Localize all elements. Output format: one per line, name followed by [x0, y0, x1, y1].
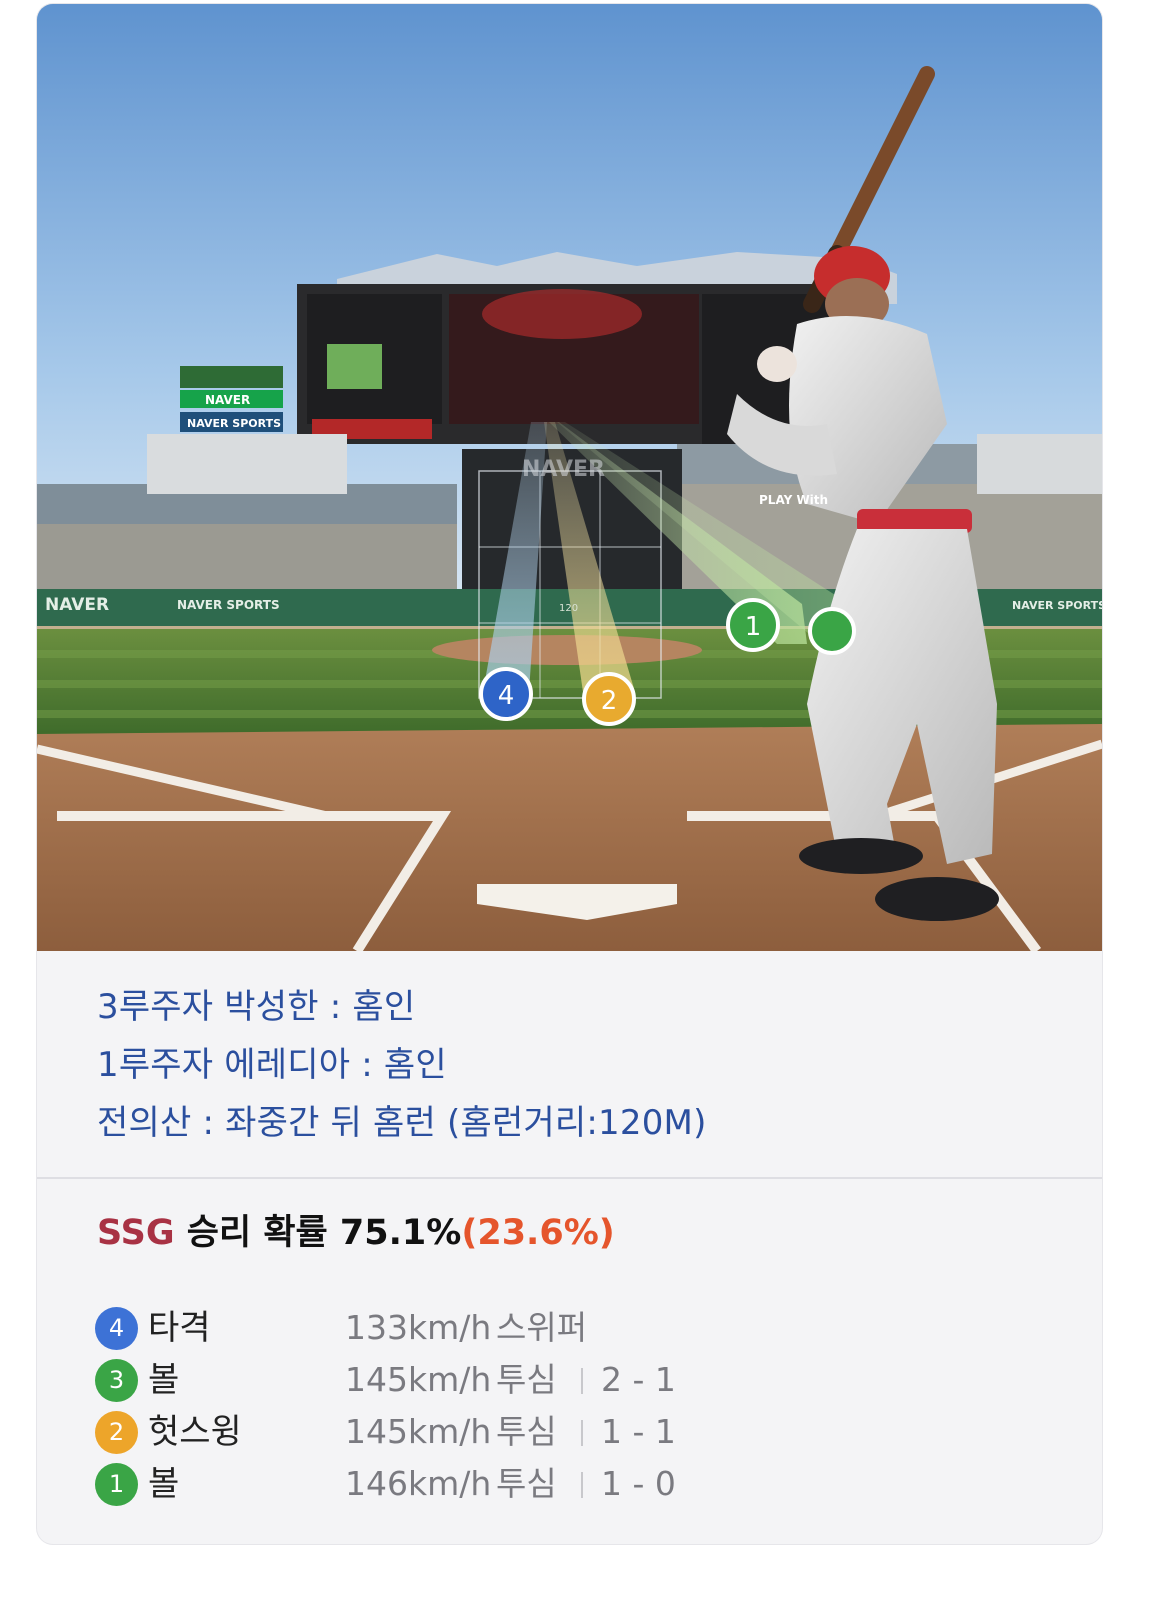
win-probability-delta: (23.6%) [461, 1213, 615, 1253]
wall-sign-naver-sports-1: NAVER SPORTS [177, 598, 280, 612]
stadium-illustration: 1 2 4 NAVER NAVER NAVER SPORTS NAVER NAV… [37, 4, 1102, 951]
pitch-relay-card: 1 2 4 NAVER NAVER NAVER SPORTS NAVER NAV… [37, 4, 1102, 1544]
scoreboard-brand: NAVER [522, 457, 605, 482]
win-probability-team: SSG [97, 1213, 175, 1253]
runner-results: 3루주자 박성한 : 홈인 1루주자 에레디아 : 홈인 전의산 : 좌중간 뒤… [37, 951, 1102, 1179]
svg-text:2: 2 [601, 686, 618, 716]
pitch-count: 1 - 1 [601, 1412, 676, 1451]
distance-marker: 120 [559, 603, 578, 614]
runner-result-line: 1루주자 에레디아 : 홈인 [97, 1045, 447, 1085]
pitch-row: 3 볼 145km/h 투심 2 - 1 [95, 1357, 995, 1403]
pitch-number-badge: 1 [95, 1463, 138, 1506]
pitch-speed: 146km/h [345, 1464, 492, 1503]
pitch-count: 1 - 0 [601, 1464, 676, 1503]
divider [581, 1420, 583, 1446]
pitch-marker-2: 2 [582, 672, 636, 726]
wall-sign-naver-sports-2: NAVER SPORTS [1012, 599, 1102, 612]
pitch-speed: 145km/h [345, 1412, 492, 1451]
batter-result-line: 전의산 : 좌중간 뒤 홈런 (홈런거리:120M) [97, 1103, 707, 1143]
runner-result-line: 3루주자 박성한 : 홈인 [97, 987, 416, 1027]
pitch-row: 1 볼 146km/h 투심 1 - 0 [95, 1461, 995, 1507]
pitch-result: 볼 [148, 1360, 180, 1400]
pitch-number-badge: 3 [95, 1359, 138, 1402]
pitch-number-badge: 2 [95, 1411, 138, 1454]
stadium-scene: 1 2 4 NAVER NAVER NAVER SPORTS NAVER NAV… [37, 4, 1102, 951]
svg-text:4: 4 [498, 681, 515, 711]
pitch-type: 투심 [496, 1412, 557, 1451]
divider [581, 1368, 583, 1394]
pitch-marker-1: 1 [726, 598, 780, 652]
svg-text:1: 1 [745, 612, 762, 642]
pitch-marker-4: 4 [479, 667, 533, 721]
sign-naver-sports-left: NAVER SPORTS [187, 417, 281, 430]
pitch-number-badge: 4 [95, 1307, 138, 1350]
pitch-type: 스위퍼 [496, 1308, 588, 1347]
pitch-row: 2 헛스윙 145km/h 투심 1 - 1 [95, 1409, 995, 1455]
pitch-speed: 133km/h [345, 1308, 492, 1347]
divider [581, 1472, 583, 1498]
pitch-marker-3-partial [808, 607, 856, 655]
pitch-result: 볼 [148, 1464, 180, 1504]
pitch-row: 4 타격 133km/h 스위퍼 [95, 1305, 995, 1351]
pitch-type: 투심 [496, 1360, 557, 1399]
pitch-speed: 145km/h [345, 1360, 492, 1399]
pitch-type: 투심 [496, 1464, 557, 1503]
pitch-result: 헛스윙 [148, 1412, 242, 1452]
win-probability: SSG 승리 확률 75.1%(23.6%) [97, 1204, 615, 1255]
win-probability-label: 승리 확률 75.1% [174, 1213, 462, 1253]
pitch-count: 2 - 1 [601, 1360, 676, 1399]
pitch-result: 타격 [148, 1308, 211, 1348]
sign-naver-left: NAVER [205, 393, 250, 407]
wall-sign-naver-1: NAVER [45, 595, 109, 615]
sign-play-with: PLAY With [759, 493, 828, 507]
